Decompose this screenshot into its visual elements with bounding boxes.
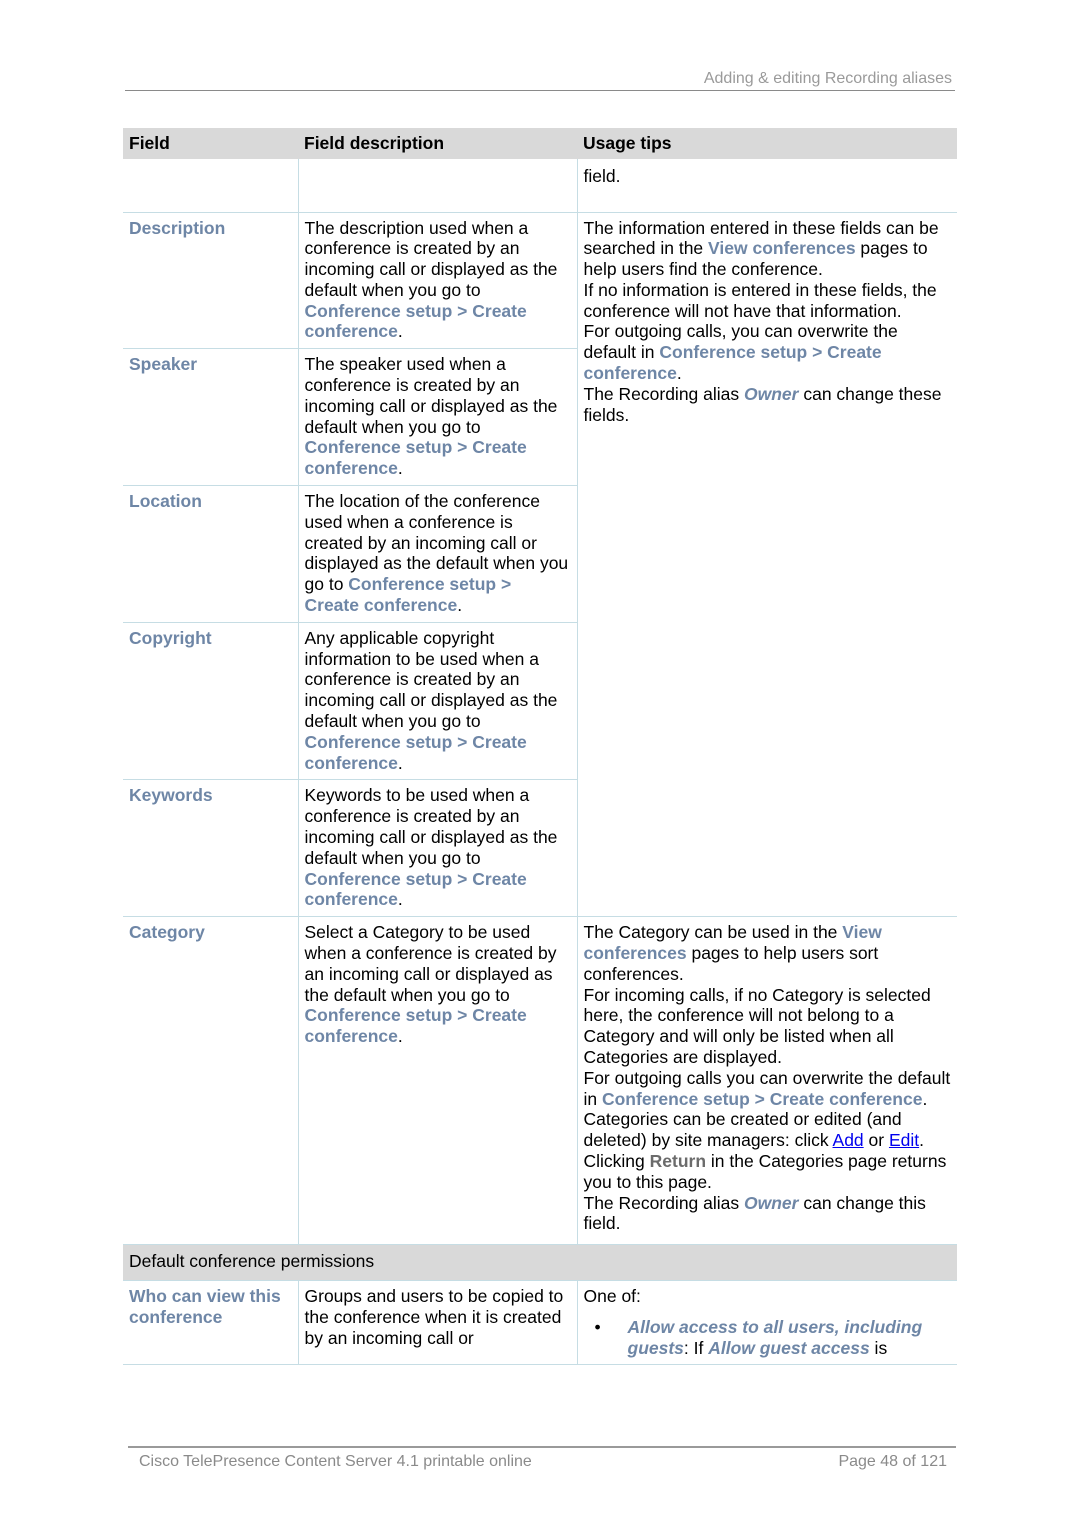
punctuation: .: [397, 321, 403, 342]
field-name: Speaker: [123, 348, 298, 487]
column-header-description: Field description: [298, 128, 577, 159]
table-header-row: Field Field description Usage tips: [123, 128, 957, 159]
description-cell: [297, 159, 577, 213]
description-cell: The description used when a conference i…: [297, 212, 577, 350]
field-name: Who can view this conference: [123, 1280, 298, 1366]
description-cell: Select a Category to be used when a conf…: [297, 916, 577, 1246]
return-button-reference: Return: [649, 1150, 707, 1171]
punctuation: .: [397, 458, 403, 479]
header-divider: [125, 90, 955, 91]
tip-paragraph: The Recording alias Owner can change the…: [584, 384, 952, 426]
table-row: Description The description used when a …: [123, 212, 957, 918]
footer-divider: [128, 1446, 956, 1448]
description-text: The description used when a conference i…: [304, 217, 558, 300]
table-row: Category Select a Category to be used wh…: [123, 916, 957, 1246]
footer-product-name: Cisco TelePresence Content Server 4.1 pr…: [139, 1453, 532, 1470]
tip-text: .: [922, 1088, 928, 1109]
tip-paragraph: The Recording alias Owner can change thi…: [584, 1193, 952, 1235]
description-text: Select a Category to be used when a conf…: [304, 922, 557, 1005]
tips-cell: field.: [576, 159, 957, 213]
ui-reference: Conference setup > Create conference: [304, 731, 527, 773]
punctuation: .: [397, 752, 403, 773]
description-text: The speaker used when a conference is cr…: [304, 354, 558, 437]
field-name-label: Who can view this conference: [129, 1285, 281, 1327]
field-name: Location: [123, 485, 298, 623]
description-cell: Groups and users to be copied to the con…: [297, 1280, 577, 1366]
ui-emphasis: Owner: [744, 383, 799, 404]
field-name-label: Location: [129, 491, 202, 512]
description-cell: Any applicable copyright information to …: [297, 622, 577, 781]
tip-text: The Category can be used in the: [583, 922, 843, 943]
tip-paragraph: For outgoing calls you can overwrite the…: [584, 1068, 952, 1110]
field-cell: [123, 159, 298, 213]
field-name-label: Copyright: [129, 627, 212, 648]
column-header-field: Field: [123, 128, 298, 159]
field-name-label: Keywords: [129, 785, 213, 806]
tip-paragraph: For incoming calls, if no Category is se…: [583, 984, 931, 1067]
table-row-continued: field.: [123, 159, 957, 213]
punctuation: .: [457, 595, 463, 616]
add-category-link[interactable]: Add: [833, 1130, 864, 1150]
tips-cell-category: The Category can be used in the View con…: [576, 916, 957, 1246]
ui-reference: Conference setup > Create conference: [304, 1005, 527, 1047]
ui-emphasis: Owner: [744, 1192, 799, 1213]
footer-page-number: Page 48 of 121: [838, 1453, 947, 1470]
tip-text: .: [676, 363, 682, 384]
ui-reference: Conference setup > Create conference: [601, 1088, 923, 1109]
edit-category-link[interactable]: Edit: [889, 1130, 919, 1150]
tip-paragraph: Clicking Return in the Categories page r…: [584, 1151, 952, 1193]
tip-text: The Recording alias: [583, 383, 744, 404]
section-header-permissions: Default conference permissions: [123, 1244, 957, 1281]
ui-reference: Conference setup > Create conference: [304, 868, 527, 910]
description-cell: Keywords to be used when a conference is…: [297, 779, 577, 918]
tips-cell-shared: The information entered in these fields …: [576, 212, 957, 918]
tip-text: Clicking: [583, 1150, 650, 1171]
tip-text: .: [919, 1130, 924, 1151]
description-cell: The speaker used when a conference is cr…: [297, 348, 577, 487]
field-name: Description: [123, 212, 298, 350]
description-text: Keywords to be used when a conference is…: [304, 785, 558, 868]
list-item: Allow access to all users, including gue…: [595, 1317, 952, 1359]
tip-text: : If: [683, 1337, 709, 1358]
section-header-row: Default conference permissions: [123, 1244, 957, 1281]
field-name: Copyright: [123, 622, 298, 781]
tips-cell: One of: Allow access to all users, inclu…: [576, 1280, 957, 1366]
ui-reference: Conference setup > Create conference: [304, 300, 527, 342]
tip-paragraph: The information entered in these fields …: [584, 218, 952, 280]
description-cell: The location of the conference used when…: [297, 485, 577, 623]
tip-paragraph: One of:: [583, 1285, 641, 1306]
field-name-label: Description: [129, 217, 226, 238]
table-row: Who can view this conference Groups and …: [123, 1280, 957, 1366]
description-text: Any applicable copyright information to …: [304, 627, 558, 732]
options-list: Allow access to all users, including gue…: [584, 1317, 952, 1359]
punctuation: .: [397, 889, 403, 910]
tip-paragraph: Categories can be created or edited (and…: [584, 1109, 952, 1151]
column-header-usage-tips: Usage tips: [577, 128, 957, 159]
field-name: Category: [123, 916, 298, 1246]
field-name: Keywords: [123, 779, 298, 918]
ui-emphasis: Allow guest access: [708, 1337, 870, 1358]
tip-text: or: [863, 1130, 889, 1151]
tip-paragraph: For outgoing calls, you can overwrite th…: [584, 321, 952, 383]
field-reference-table: Field Field description Usage tips field…: [123, 128, 957, 1366]
field-name-label: Category: [129, 922, 205, 943]
punctuation: .: [397, 1026, 403, 1047]
ui-reference: Conference setup > Create conference: [304, 437, 527, 479]
ui-reference: View conferences: [708, 238, 856, 259]
tip-paragraph: The Category can be used in the View con…: [584, 922, 952, 984]
section-header-title: Adding & editing Recording aliases: [703, 70, 952, 87]
field-name-label: Speaker: [129, 354, 198, 375]
tip-text: The Recording alias: [583, 1192, 744, 1213]
tip-paragraph: If no information is entered in these fi…: [583, 279, 937, 321]
tip-text: is: [869, 1337, 888, 1358]
